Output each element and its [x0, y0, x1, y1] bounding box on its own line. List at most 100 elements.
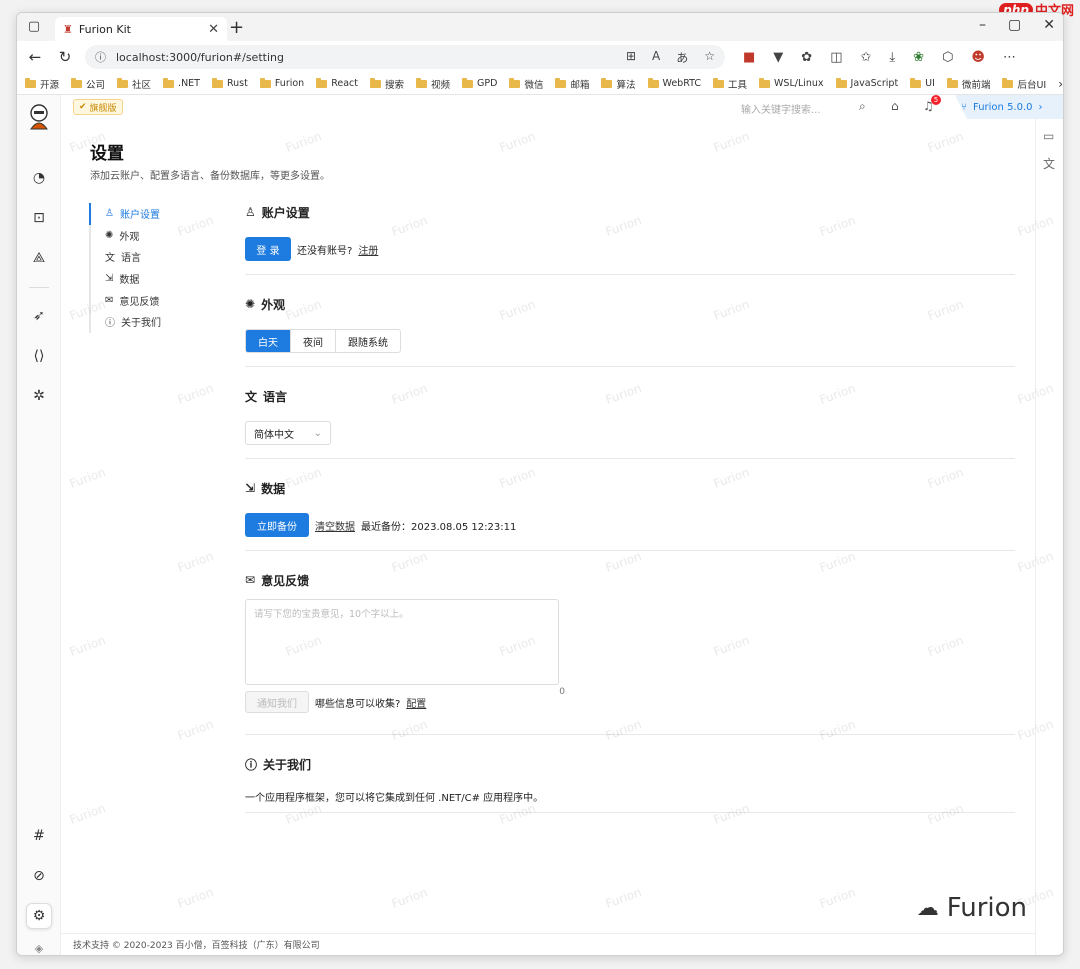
- search-input[interactable]: 输入关键字搜索...: [741, 101, 821, 116]
- config-link[interactable]: 配置: [406, 695, 426, 710]
- version-badge[interactable]: ⑂ Furion 5.0.0 ›: [955, 95, 1063, 119]
- bookmark-item[interactable]: GPD: [462, 77, 497, 89]
- extension-red-icon[interactable]: ■: [743, 50, 755, 65]
- nav-item-appearance[interactable]: ✺ 外观: [89, 224, 209, 247]
- bookmark-item[interactable]: .NET: [163, 77, 200, 89]
- extension-puzzle-icon[interactable]: ✿: [801, 50, 812, 65]
- more-menu-icon[interactable]: ⋯: [1003, 50, 1016, 65]
- bookmark-label: .NET: [178, 78, 200, 89]
- bookmark-item[interactable]: 邮箱: [555, 77, 589, 91]
- browser-tab[interactable]: ♜ Furion Kit ✕: [55, 17, 227, 41]
- bookmark-item[interactable]: JavaScript: [835, 77, 898, 89]
- section-about: ⓘ 关于我们 一个应用程序框架，您可以将它集成到任何 .NET/C# 应用程序中。: [245, 735, 1015, 813]
- no-account-text: 还没有账号?: [297, 245, 353, 257]
- code-icon[interactable]: ⟨⟩: [26, 343, 52, 369]
- login-button[interactable]: 登 录: [245, 237, 291, 261]
- furion-watermark: Furion: [67, 801, 108, 827]
- bookmark-item[interactable]: 开源: [25, 77, 59, 91]
- compass-icon[interactable]: ⊘: [26, 863, 52, 889]
- url-field[interactable]: ⓘ localhost:3000/furion#/setting ⊞ A あ ☆: [85, 45, 725, 69]
- settings-gear-icon[interactable]: ⚙: [26, 903, 52, 929]
- bookmark-item[interactable]: React: [316, 77, 359, 89]
- dashboard-icon[interactable]: ◔: [26, 165, 52, 191]
- home-icon[interactable]: ⌂: [891, 99, 899, 113]
- profile-avatar-icon[interactable]: ☻: [971, 50, 985, 65]
- bookmark-item[interactable]: WSL/Linux: [759, 77, 824, 89]
- layers-icon[interactable]: ◈: [26, 935, 52, 955]
- brand-watermark-text: Furion: [946, 893, 1027, 923]
- register-link[interactable]: 注册: [358, 242, 378, 257]
- read-aloud-icon[interactable]: A: [652, 49, 660, 66]
- furion-logo-icon[interactable]: [27, 103, 51, 131]
- url-text: localhost:3000/furion#/setting: [116, 50, 284, 64]
- furion-watermark: Furion: [175, 381, 216, 407]
- components-icon[interactable]: ⟁: [26, 245, 52, 271]
- language-switch-icon[interactable]: 文: [1043, 155, 1055, 172]
- rocket-icon[interactable]: ➶: [26, 303, 52, 329]
- maximize-icon[interactable]: ▢: [1008, 17, 1021, 33]
- section-language: 文语言 简体中文 ⌄: [245, 367, 1015, 459]
- bookmark-item[interactable]: 视频: [416, 77, 450, 91]
- bookmark-item[interactable]: 公司: [71, 77, 105, 91]
- bookmark-item[interactable]: 社区: [117, 77, 151, 91]
- favorite-star-icon[interactable]: ☆: [704, 49, 715, 66]
- split-screen-icon[interactable]: ◫: [830, 50, 842, 65]
- bookmark-item[interactable]: 搜索: [370, 77, 404, 91]
- nav-item-data[interactable]: ⇲ 数据: [89, 267, 209, 290]
- bookmark-item[interactable]: 算法: [601, 77, 636, 91]
- user-icon: ♙: [105, 208, 114, 220]
- monitor-chart-icon[interactable]: ⊡: [26, 205, 52, 231]
- bookmark-item[interactable]: 微前端: [946, 77, 990, 91]
- bookmarks-more-icon[interactable]: ›: [1058, 77, 1063, 91]
- minimize-icon[interactable]: –: [979, 17, 986, 33]
- theme-option-night[interactable]: 夜间: [291, 330, 336, 352]
- panel-toggle-icon[interactable]: ▭: [1043, 129, 1054, 143]
- language-selected-value: 简体中文: [254, 429, 294, 441]
- bug-icon[interactable]: ✲: [26, 383, 52, 409]
- clear-data-link[interactable]: 清空数据: [315, 518, 355, 533]
- nav-item-about[interactable]: ⓘ 关于我们: [89, 310, 209, 333]
- shield-icon[interactable]: ⬡: [942, 50, 953, 65]
- furion-watermark: Furion: [497, 129, 538, 155]
- language-select[interactable]: 简体中文 ⌄: [245, 421, 331, 445]
- close-window-icon[interactable]: ✕: [1043, 17, 1055, 33]
- close-tab-icon[interactable]: ✕: [208, 22, 219, 37]
- bookmark-label: React: [331, 78, 359, 89]
- bookmark-item[interactable]: Furion: [259, 77, 304, 89]
- extension-v-icon[interactable]: ▼: [773, 50, 783, 65]
- nav-item-account[interactable]: ♙ 账户设置: [89, 203, 209, 225]
- bookmark-item[interactable]: UI: [910, 77, 935, 89]
- back-icon[interactable]: ←: [25, 48, 45, 66]
- nav-item-feedback[interactable]: ✉ 意见反馈: [89, 289, 209, 311]
- theme-option-day[interactable]: 白天: [246, 330, 291, 352]
- downloads-icon[interactable]: ⤓: [889, 50, 895, 65]
- nav-label: 账户设置: [119, 210, 160, 222]
- furion-watermark: Furion: [925, 129, 966, 155]
- backup-now-button[interactable]: 立即备份: [245, 513, 309, 537]
- bookmark-item[interactable]: 后台UI: [1002, 77, 1046, 91]
- favorites-icon[interactable]: ✩: [861, 50, 872, 65]
- bookmark-item[interactable]: WebRTC: [647, 77, 701, 89]
- theme-option-system[interactable]: 跟随系统: [336, 330, 400, 352]
- folder-icon: [370, 77, 382, 88]
- feedback-textarea[interactable]: 请写下您的宝贵意见，10个字以上。: [245, 599, 559, 685]
- page-subtitle: 添加云账户、配置多语言、备份数据库，等更多设置。: [90, 171, 330, 182]
- bookmark-item[interactable]: Rust: [211, 77, 248, 89]
- bookmark-item[interactable]: 微信: [509, 77, 543, 91]
- furion-watermark: Furion: [175, 717, 216, 743]
- tab-title: Furion Kit: [78, 22, 131, 36]
- tab-actions-icon[interactable]: ▢: [27, 20, 41, 34]
- site-info-icon[interactable]: ⓘ: [95, 49, 106, 65]
- translate-icon[interactable]: あ: [676, 49, 688, 66]
- new-tab-icon[interactable]: +: [229, 17, 244, 38]
- mail-icon: ✉: [245, 573, 256, 587]
- hash-icon[interactable]: #: [26, 823, 52, 849]
- bookmark-item[interactable]: 工具: [713, 77, 747, 91]
- app-available-icon[interactable]: ⊞: [626, 49, 636, 66]
- search-icon[interactable]: ⌕: [859, 99, 866, 114]
- nav-item-language[interactable]: 文语言: [89, 246, 209, 268]
- extension-green-icon[interactable]: ❀: [913, 50, 924, 65]
- nav-label: 外观: [119, 231, 140, 243]
- refresh-icon[interactable]: ↻: [55, 48, 75, 66]
- notify-us-button[interactable]: 通知我们: [245, 691, 309, 713]
